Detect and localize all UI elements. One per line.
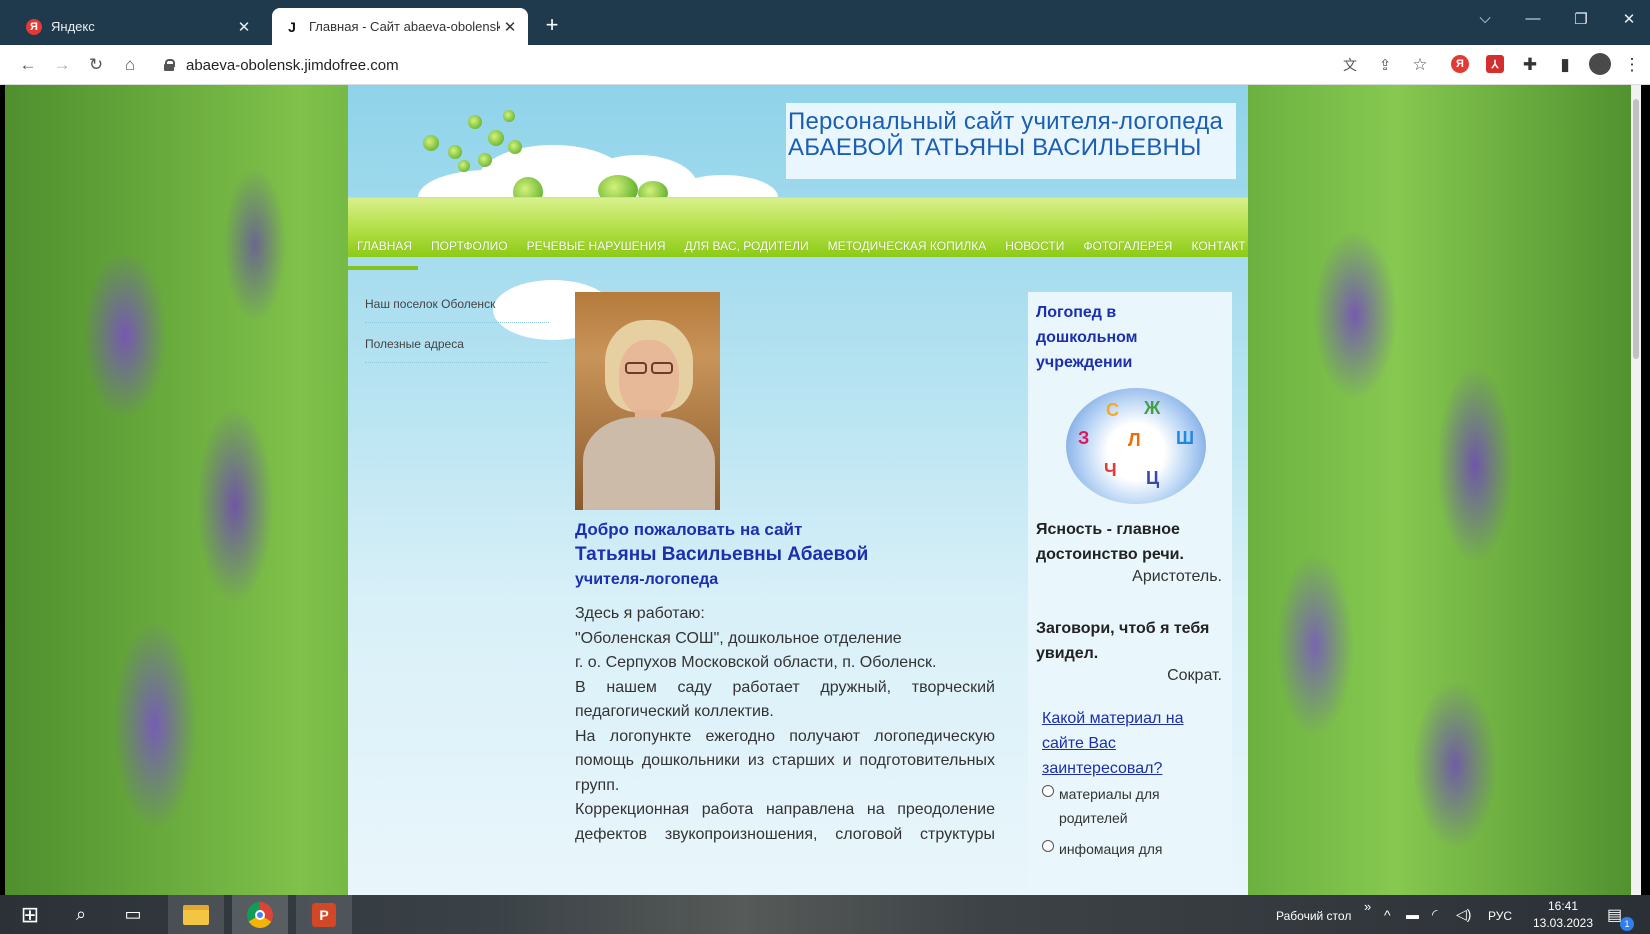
nav-item-contact[interactable]: КОНТАКТ xyxy=(1191,239,1245,253)
site-container: Персональный сайт учителя-логопеда АБАЕВ… xyxy=(348,85,1248,895)
menu-icon[interactable]: ⋮ xyxy=(1620,53,1644,77)
subnav-item-addresses[interactable]: Полезные адреса xyxy=(365,337,549,363)
overflow-chevron-icon[interactable]: » xyxy=(1364,899,1371,914)
reload-icon[interactable]: ↻ xyxy=(84,53,108,77)
home-icon[interactable]: ⌂ xyxy=(118,53,142,77)
nav-item-home[interactable]: ГЛАВНАЯ xyxy=(357,239,412,253)
right-sidebar: Логопед в дошкольном учреждении З С Ж Ш … xyxy=(1028,292,1232,895)
text-line: На логопункте ежегодно получают логопеди… xyxy=(575,727,995,745)
url-text: abaeva-obolensk.jimdofree.com xyxy=(186,56,399,74)
banner-title-line2: АБАЕВОЙ ТАТЬЯНЫ ВАСИЛЬЕВНЫ xyxy=(788,134,1202,161)
text-line: г. о. Серпухов Московской области, п. Об… xyxy=(575,654,937,671)
radio-button[interactable] xyxy=(1042,840,1054,852)
nav-item-portfolio[interactable]: ПОРТФОЛИО xyxy=(431,239,508,253)
side-panel-icon[interactable]: ▮ xyxy=(1553,53,1577,77)
poll-option-label: материалы для родителей xyxy=(1059,786,1160,826)
poll-option-parents[interactable]: материалы для родителей xyxy=(1042,782,1192,830)
nav-item-news[interactable]: НОВОСТИ xyxy=(1005,239,1064,253)
close-window-icon[interactable]: ✕ xyxy=(1614,10,1644,28)
powerpoint-icon[interactable]: P xyxy=(296,895,352,934)
tab-yandex[interactable]: Я Яндекс ✕ xyxy=(14,8,264,45)
quote-author: Аристотель. xyxy=(1132,568,1222,585)
yandex-icon: Я xyxy=(26,18,42,35)
teacher-photo xyxy=(575,292,720,510)
restore-icon[interactable]: ❐ xyxy=(1566,10,1596,28)
text-line: Здесь я работаю: xyxy=(575,605,705,622)
tab-label: Яндекс xyxy=(51,19,95,34)
close-tab-icon[interactable]: ✕ xyxy=(500,18,520,36)
main-text: Здесь я работаю: "Оболенская СОШ", дошко… xyxy=(575,602,995,847)
bookmark-star-icon[interactable]: ☆ xyxy=(1408,53,1432,77)
browser-toolbar: ← → ↻ ⌂ abaeva-obolensk.jimdofree.com 文 … xyxy=(0,45,1650,85)
welcome-line1: Добро пожаловать на сайт xyxy=(575,520,803,539)
file-explorer-icon[interactable] xyxy=(168,895,224,934)
sub-navigation: Наш поселок Оболенск Полезные адреса xyxy=(365,297,549,377)
pdf-extension-icon[interactable]: ⅄ xyxy=(1486,55,1504,73)
tab-active-site[interactable]: J Главная - Сайт abaeva-obolensk ✕ xyxy=(272,8,528,45)
new-tab-button[interactable]: + xyxy=(540,12,564,38)
extensions-puzzle-icon[interactable]: ✚ xyxy=(1518,53,1542,77)
notification-count-badge: 1 xyxy=(1620,917,1634,931)
task-view-icon[interactable]: ▭ xyxy=(118,895,148,934)
nav-item-parents[interactable]: ДЛЯ ВАС, РОДИТЕЛИ xyxy=(685,239,809,253)
quote-author: Сократ. xyxy=(1167,667,1222,684)
language-indicator[interactable]: РУС xyxy=(1488,909,1512,923)
welcome-line2: Татьяны Васильевны Абаевой xyxy=(575,544,869,565)
jimdo-icon: J xyxy=(288,18,296,35)
profile-avatar[interactable] xyxy=(1589,53,1611,75)
tab-search-icon[interactable]: ⌵ xyxy=(1470,10,1500,27)
active-nav-indicator xyxy=(348,266,418,270)
banner-title-line1: Персональный сайт учителя-логопеда xyxy=(788,108,1224,135)
lock-icon xyxy=(164,59,175,71)
windows-taskbar: ⊞ ⌕ ▭ P Рабочий стол » ^ ▬ ◜ ◁) РУС 16:4… xyxy=(0,895,1650,934)
volume-icon[interactable]: ◁) xyxy=(1456,906,1471,923)
welcome-heading: Добро пожаловать на сайт Татьяны Василье… xyxy=(575,518,995,592)
welcome-line3: учителя-логопеда xyxy=(575,571,719,588)
nav-item-methodology[interactable]: МЕТОДИЧЕСКАЯ КОПИЛКА xyxy=(828,239,987,253)
text-line: групп. xyxy=(575,776,620,794)
wifi-icon[interactable]: ◜ xyxy=(1432,906,1437,923)
chrome-icon[interactable] xyxy=(232,895,288,934)
scrollbar-thumb[interactable] xyxy=(1633,99,1639,359)
battery-icon[interactable]: ▬ xyxy=(1406,907,1419,922)
poll-question-link[interactable]: Какой материал на сайте Вас заинтересова… xyxy=(1042,706,1222,781)
clock-time[interactable]: 16:41 xyxy=(1538,899,1588,913)
tab-label: Главная - Сайт abaeva-obolensk xyxy=(309,19,500,34)
quote-socrates: Заговори, чтоб я тебя увидел. xyxy=(1036,620,1210,662)
main-navigation: ГЛАВНАЯ ПОРТФОЛИО РЕЧЕВЫЕ НАРУШЕНИЯ ДЛЯ … xyxy=(348,197,1248,257)
nav-item-speech-disorders[interactable]: РЕЧЕВЫЕ НАРУШЕНИЯ xyxy=(527,239,666,253)
subnav-item-obolensk[interactable]: Наш поселок Оболенск xyxy=(365,297,549,323)
quote-aristotle: Ясность - главное достоинство речи. xyxy=(1036,521,1184,563)
tray-expand-icon[interactable]: ^ xyxy=(1384,907,1391,923)
translate-icon[interactable]: 文 xyxy=(1338,53,1362,77)
site-banner: Персональный сайт учителя-логопеда АБАЕВ… xyxy=(786,103,1236,179)
page-viewport: Персональный сайт учителя-логопеда АБАЕВ… xyxy=(5,85,1641,895)
forward-icon[interactable]: → xyxy=(50,53,74,77)
page-scrollbar[interactable] xyxy=(1631,85,1641,895)
tab-strip: Я Яндекс ✕ J Главная - Сайт abaeva-obole… xyxy=(0,0,1650,45)
text-line: "Оболенская СОШ", дошкольное отделение xyxy=(575,629,902,647)
share-icon[interactable]: ⇪ xyxy=(1373,53,1397,77)
text-line: дефектов звукопроизношения, слоговой стр… xyxy=(575,825,995,843)
close-tab-icon[interactable]: ✕ xyxy=(234,18,254,36)
yandex-extension-icon[interactable]: Я xyxy=(1451,55,1469,73)
clock-date[interactable]: 13.03.2023 xyxy=(1526,916,1600,930)
search-icon[interactable]: ⌕ xyxy=(66,895,96,934)
sidebar-title: Логопед в дошкольном учреждении xyxy=(1036,304,1138,371)
address-bar[interactable]: abaeva-obolensk.jimdofree.com xyxy=(164,53,399,77)
speech-therapy-logo: З С Ж Ш Ч Ц Л xyxy=(1066,388,1206,504)
minimize-icon[interactable]: — xyxy=(1518,10,1548,27)
desktop-label[interactable]: Рабочий стол xyxy=(1276,909,1351,923)
nav-item-gallery[interactable]: ФОТОГАЛЕРЕЯ xyxy=(1083,239,1172,253)
text-line: Коррекционная работа направлена на преод… xyxy=(575,801,995,818)
text-line: педагогический коллектив. xyxy=(575,703,774,720)
radio-button[interactable] xyxy=(1042,785,1054,797)
windows-start-icon[interactable]: ⊞ xyxy=(14,895,46,934)
poll-option-label: инфомация для xyxy=(1059,841,1163,857)
back-icon[interactable]: ← xyxy=(16,53,40,77)
text-line: В нашем саду работает дружный, творчески… xyxy=(575,678,995,696)
text-line: помощь дошкольники из старших и подготов… xyxy=(575,752,995,769)
poll-option-info[interactable]: инфомация для xyxy=(1042,837,1192,861)
